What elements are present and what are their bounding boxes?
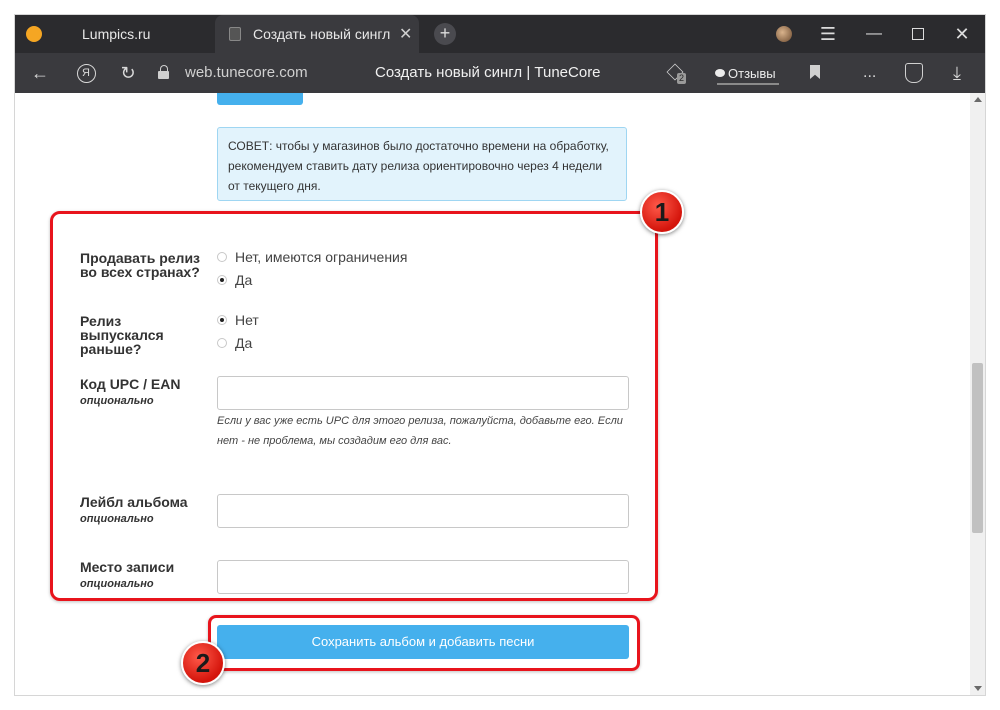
page-title: Создать новый сингл | TuneCore (375, 64, 601, 81)
reviews-underline (717, 83, 779, 85)
save-album-button[interactable]: Сохранить альбом и добавить песни (217, 625, 629, 659)
upc-input[interactable] (217, 376, 629, 410)
reviews-label: Отзывы (728, 65, 776, 81)
lumpics-favicon-icon (26, 26, 42, 42)
tab-lumpics[interactable]: Lumpics.ru (15, 15, 215, 53)
album-label-optional-label: опционально (80, 513, 154, 525)
sell-all-countries-label: Продавать релиз во всех странах? (80, 250, 201, 280)
recording-place-input[interactable] (217, 560, 629, 594)
radio-selected-icon (217, 315, 227, 325)
tip-box: СОВЕТ: чтобы у магазинов было достаточно… (217, 127, 627, 201)
radio-released-no[interactable]: Нет (217, 312, 259, 328)
upc-label: Код UPC / EAN опционально (80, 376, 181, 407)
browser-menu-icon[interactable]: ☰ (815, 15, 841, 53)
reload-icon[interactable]: ↻ (115, 53, 141, 93)
extensions-icon[interactable]: 2 (665, 62, 687, 84)
protect-shield-icon[interactable] (905, 63, 923, 83)
step-marker-2: 2 (181, 641, 225, 685)
speech-bubble-icon (715, 69, 725, 77)
tab-title: Lumpics.ru (82, 26, 151, 42)
tab-bar: Lumpics.ru Создать новый сингл | ✕ + ☰ —… (15, 15, 985, 53)
upc-help-text: Если у вас уже есть UPC для этого релиза… (217, 415, 623, 447)
new-tab-button[interactable]: + (434, 23, 456, 45)
maximize-icon[interactable] (905, 15, 931, 53)
recording-place-label: Место записи опционально (80, 559, 175, 590)
url-field[interactable]: web.tunecore.com (185, 53, 308, 93)
bookmark-icon[interactable] (810, 65, 820, 79)
profile-avatar[interactable] (773, 15, 795, 53)
radio-sell-yes[interactable]: Да (217, 272, 252, 288)
back-arrow-icon[interactable]: ← (27, 53, 53, 93)
vertical-scrollbar[interactable] (970, 93, 985, 695)
window-close-icon[interactable]: ✕ (949, 15, 975, 53)
tab-tunecore[interactable]: Создать новый сингл | ✕ (215, 15, 419, 53)
recording-place-optional-label: опционально (80, 578, 154, 590)
yandex-icon[interactable]: Я (73, 53, 99, 93)
avatar-icon (776, 26, 792, 42)
reviews-button[interactable]: Отзывы (715, 53, 776, 93)
extensions-badge: 2 (677, 73, 687, 84)
tunecore-favicon-icon (229, 27, 241, 41)
album-label-label: Лейбл альбома опционально (80, 494, 188, 525)
radio-sell-restricted[interactable]: Нет, имеются ограничения (217, 249, 407, 265)
radio-icon (217, 252, 227, 262)
album-label-input[interactable] (217, 494, 629, 528)
scroll-up-icon[interactable] (974, 97, 982, 102)
partial-button[interactable] (217, 93, 303, 105)
lock-icon[interactable] (158, 65, 170, 79)
radio-label: Нет (235, 312, 259, 328)
address-bar: ← Я ↻ web.tunecore.com Создать новый син… (15, 53, 985, 93)
tab-close-icon[interactable]: ✕ (399, 24, 412, 44)
scroll-thumb[interactable] (972, 363, 983, 533)
page-content: СОВЕТ: чтобы у магазинов было достаточно… (15, 93, 970, 695)
scroll-down-icon[interactable] (974, 686, 982, 691)
radio-label: Да (235, 335, 253, 351)
step-marker-1: 1 (640, 190, 684, 234)
more-icon[interactable]: ... (863, 53, 876, 93)
minimize-icon[interactable]: — (861, 15, 887, 53)
download-icon[interactable]: ⤓ (953, 53, 961, 93)
radio-label: Нет, имеются ограничения (235, 249, 408, 265)
tab-title: Создать новый сингл | (253, 26, 393, 42)
radio-label: Да (235, 272, 253, 288)
radio-icon (217, 338, 227, 348)
radio-selected-icon (217, 275, 227, 285)
released-before-label: Релиз выпускался раньше? (80, 313, 164, 357)
browser-window: Lumpics.ru Создать новый сингл | ✕ + ☰ —… (15, 15, 985, 695)
radio-released-yes[interactable]: Да (217, 335, 252, 351)
upc-optional-label: опционально (80, 395, 154, 407)
